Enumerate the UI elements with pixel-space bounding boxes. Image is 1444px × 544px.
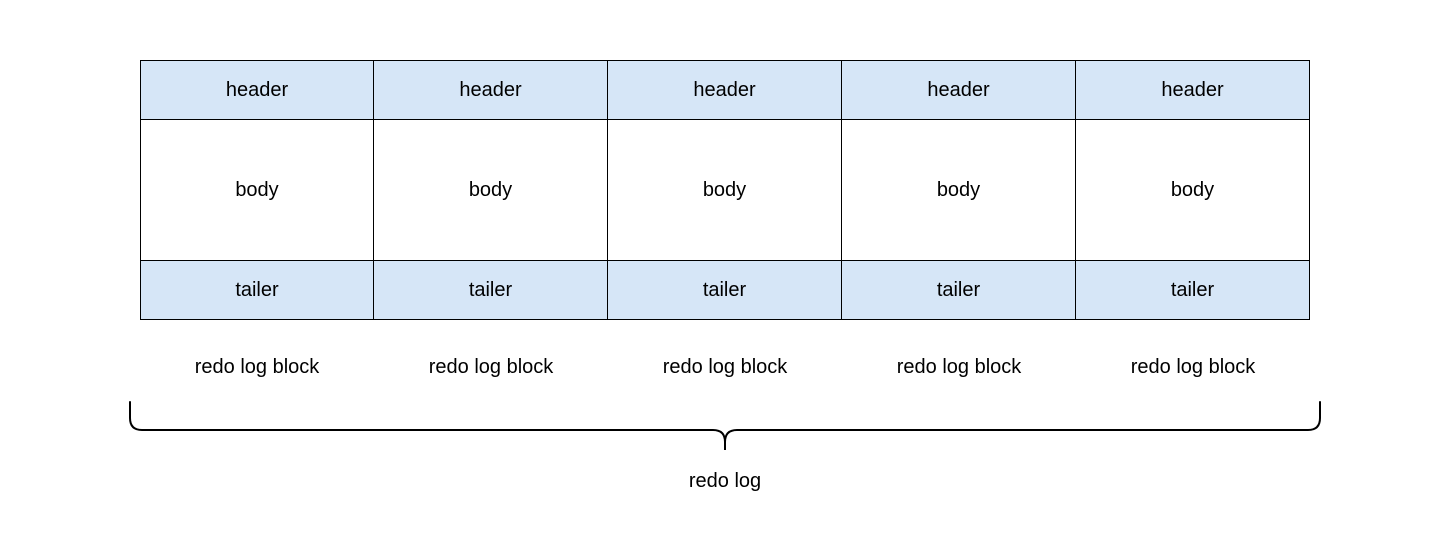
redo-log-block: header body tailer bbox=[1076, 60, 1310, 320]
block-body: body bbox=[842, 120, 1076, 260]
curly-brace-icon bbox=[128, 400, 1322, 460]
block-caption: redo log block bbox=[608, 336, 842, 379]
block-header: header bbox=[374, 60, 608, 120]
redo-log-block: header body tailer bbox=[842, 60, 1076, 320]
redo-log-block: header body tailer bbox=[608, 60, 842, 320]
overall-label: redo log bbox=[140, 470, 1310, 493]
block-caption: redo log block bbox=[374, 336, 608, 379]
block-tailer: tailer bbox=[1076, 260, 1310, 320]
block-header: header bbox=[140, 60, 374, 120]
block-caption: redo log block bbox=[842, 336, 1076, 379]
block-caption: redo log block bbox=[1076, 336, 1310, 379]
captions-row: redo log block redo log block redo log b… bbox=[140, 336, 1310, 379]
block-tailer: tailer bbox=[608, 260, 842, 320]
diagram-canvas: header body tailer header body tailer he… bbox=[0, 0, 1444, 544]
block-tailer: tailer bbox=[374, 260, 608, 320]
blocks-row: header body tailer header body tailer he… bbox=[140, 60, 1310, 320]
block-body: body bbox=[140, 120, 374, 260]
block-header: header bbox=[1076, 60, 1310, 120]
redo-log-block: header body tailer bbox=[140, 60, 374, 320]
redo-log-block: header body tailer bbox=[374, 60, 608, 320]
block-tailer: tailer bbox=[140, 260, 374, 320]
block-body: body bbox=[1076, 120, 1310, 260]
block-body: body bbox=[374, 120, 608, 260]
block-body: body bbox=[608, 120, 842, 260]
block-tailer: tailer bbox=[842, 260, 1076, 320]
block-header: header bbox=[608, 60, 842, 120]
block-caption: redo log block bbox=[140, 336, 374, 379]
block-header: header bbox=[842, 60, 1076, 120]
